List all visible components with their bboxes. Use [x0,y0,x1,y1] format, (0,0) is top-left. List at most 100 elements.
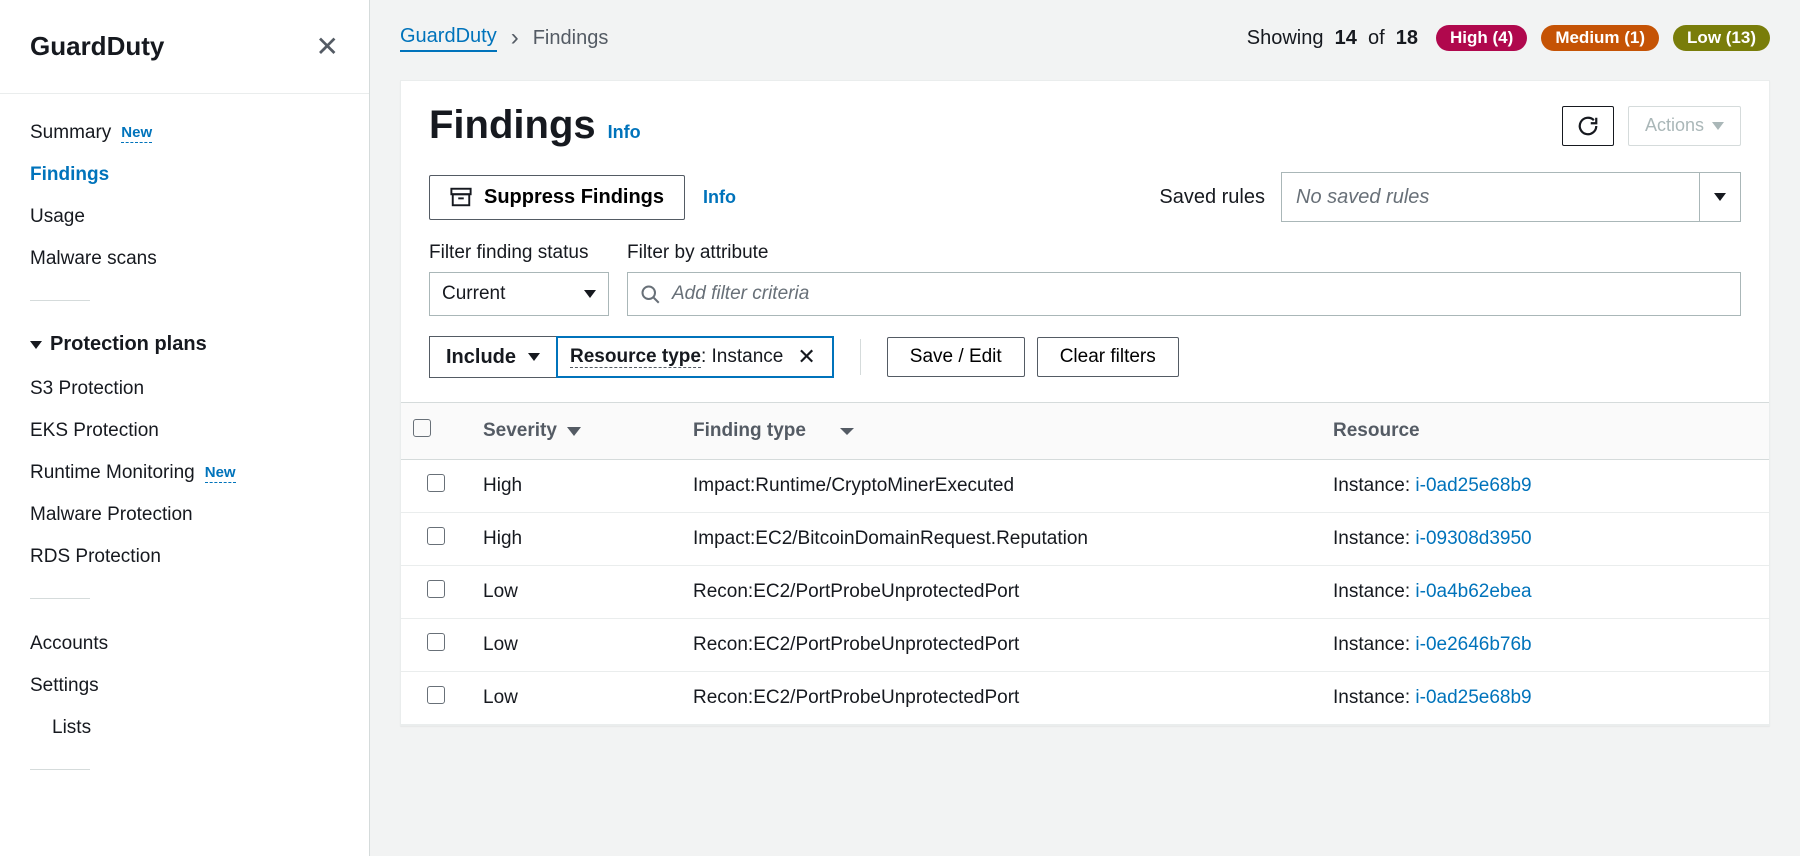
filter-chip-resource-type[interactable]: Resource type: Instance ✕ [556,336,834,378]
actions-label: Actions [1645,115,1704,136]
filter-status-select[interactable]: Current [429,272,609,316]
nav-label: RDS Protection [30,546,161,568]
new-badge: New [121,124,152,143]
breadcrumb-current: Findings [533,27,609,50]
cell-resource: Instance: i-0e2646b76b [1321,619,1769,672]
sidebar-item-s3-protection[interactable]: S3 Protection [30,368,339,410]
cell-resource: Instance: i-0ad25e68b9 [1321,672,1769,725]
archive-icon [450,187,472,207]
column-resource[interactable]: Resource [1321,403,1769,460]
close-icon[interactable]: ✕ [793,344,819,370]
sidebar-item-rds-protection[interactable]: RDS Protection [30,536,339,578]
showing-text: Showing 14 of 18 [1247,27,1418,50]
row-checkbox[interactable] [427,474,445,492]
nav-label: Findings [30,164,109,186]
saved-rules-label: Saved rules [1159,186,1265,209]
table-row[interactable]: LowRecon:EC2/PortProbeUnprotectedPortIns… [401,566,1769,619]
nav-label: Usage [30,206,85,228]
resource-link[interactable]: i-0e2646b76b [1415,634,1531,655]
page-title: Findings [429,103,596,148]
sidebar-item-settings[interactable]: Settings [30,665,339,707]
sort-desc-icon [567,427,581,436]
divider [30,598,90,599]
filter-status-value: Current [442,283,505,305]
info-link[interactable]: Info [703,187,736,208]
sidebar-title: GuardDuty [30,31,164,62]
refresh-button[interactable] [1562,106,1614,146]
sidebar-item-findings[interactable]: Findings [30,154,339,196]
chevron-down-icon [1714,193,1726,201]
chevron-right-icon: › [511,24,519,52]
sidebar-item-eks-protection[interactable]: EKS Protection [30,410,339,452]
sidebar-item-accounts[interactable]: Accounts [30,623,339,665]
include-toggle[interactable]: Include [429,336,556,378]
suppress-label: Suppress Findings [484,186,664,209]
sidebar-item-malware-protection[interactable]: Malware Protection [30,494,339,536]
close-icon[interactable]: ✕ [316,30,339,63]
nav-label: Lists [52,717,91,739]
cell-severity: Low [471,566,681,619]
table-row[interactable]: LowRecon:EC2/PortProbeUnprotectedPortIns… [401,619,1769,672]
nav-label: Accounts [30,633,108,655]
divider [0,93,369,94]
topbar: GuardDuty › Findings Showing 14 of 18 Hi… [370,0,1800,80]
content-panel: Findings Info Actions [400,80,1770,726]
column-severity[interactable]: Severity [483,420,581,442]
sidebar-item-malware-scans[interactable]: Malware scans [30,238,339,280]
table-row[interactable]: HighImpact:EC2/BitcoinDomainRequest.Repu… [401,513,1769,566]
clear-filters-button[interactable]: Clear filters [1037,337,1179,377]
badge-low[interactable]: Low (13) [1673,25,1770,51]
sidebar-item-summary[interactable]: Summary New [30,112,339,154]
cell-severity: High [471,513,681,566]
filter-chip-key: Resource type [570,346,701,368]
sidebar-item-usage[interactable]: Usage [30,196,339,238]
breadcrumb-root[interactable]: GuardDuty [400,25,497,52]
suppress-findings-button[interactable]: Suppress Findings [429,175,685,220]
save-edit-button[interactable]: Save / Edit [887,337,1025,377]
breadcrumb: GuardDuty › Findings [400,24,608,52]
cell-resource: Instance: i-0a4b62ebea [1321,566,1769,619]
row-checkbox[interactable] [427,633,445,651]
section-title: Protection plans [50,333,207,356]
nav-label: Runtime Monitoring [30,462,195,484]
nav-label: S3 Protection [30,378,144,400]
nav-label: EKS Protection [30,420,159,442]
cell-finding-type: Impact:Runtime/CryptoMinerExecuted [681,460,1321,513]
cell-finding-type: Recon:EC2/PortProbeUnprotectedPort [681,672,1321,725]
filter-attribute-input[interactable]: Add filter criteria [627,272,1741,316]
cell-severity: High [471,460,681,513]
nav-label: Summary [30,122,111,144]
cell-finding-type: Impact:EC2/BitcoinDomainRequest.Reputati… [681,513,1321,566]
chevron-down-icon [584,290,596,298]
chevron-down-icon [528,353,540,361]
row-checkbox[interactable] [427,527,445,545]
filter-status-label: Filter finding status [429,242,609,264]
include-label: Include [446,346,516,369]
cell-severity: Low [471,619,681,672]
saved-rules-select[interactable]: No saved rules [1281,172,1741,222]
cell-resource: Instance: i-0ad25e68b9 [1321,460,1769,513]
nav-label: Settings [30,675,99,697]
sidebar-item-lists[interactable]: Lists [30,707,339,749]
column-finding-type[interactable]: Finding type [693,420,854,442]
info-link[interactable]: Info [608,122,641,143]
sidebar: GuardDuty ✕ Summary New Findings Usage Malwa… [0,0,370,856]
actions-button[interactable]: Actions [1628,106,1741,146]
resource-link[interactable]: i-0a4b62ebea [1415,581,1531,602]
select-all-checkbox[interactable] [413,419,431,437]
table-row[interactable]: HighImpact:Runtime/CryptoMinerExecutedIn… [401,460,1769,513]
row-checkbox[interactable] [427,580,445,598]
chevron-down-icon [1712,122,1724,130]
resource-link[interactable]: i-0ad25e68b9 [1415,687,1531,708]
sidebar-item-runtime-monitoring[interactable]: Runtime MonitoringNew [30,452,339,494]
resource-link[interactable]: i-09308d3950 [1415,528,1531,549]
badge-high[interactable]: High (4) [1436,25,1527,51]
section-protection-plans[interactable]: Protection plans [30,325,339,368]
sort-icon [840,428,854,435]
table-row[interactable]: LowRecon:EC2/PortProbeUnprotectedPortIns… [401,672,1769,725]
row-checkbox[interactable] [427,686,445,704]
resource-link[interactable]: i-0ad25e68b9 [1415,475,1531,496]
findings-table: Severity Finding type [401,402,1769,725]
nav-label: Malware Protection [30,504,193,526]
badge-medium[interactable]: Medium (1) [1541,25,1659,51]
